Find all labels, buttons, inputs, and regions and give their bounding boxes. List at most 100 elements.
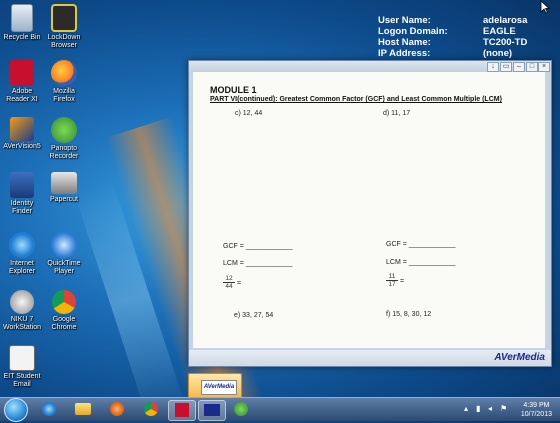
window-title-bar[interactable]: ↓ ▭ – □ × xyxy=(189,61,551,72)
problem-c: c) 12, 44 xyxy=(235,110,263,117)
system-info-key: Logon Domain: xyxy=(378,26,448,37)
problem-d: d) 11, 17 xyxy=(383,110,411,117)
system-info-row: User Name: adelarosa xyxy=(378,15,527,26)
avermedia-viewer-window[interactable]: ↓ ▭ – □ × MODULE 1 PART VI(continued): G… xyxy=(188,60,552,367)
system-info-overlay: User Name: adelarosa Logon Domain: EAGLE H… xyxy=(378,15,527,59)
problem-e: e) 33, 27, 54 xyxy=(234,312,274,319)
window-footer: AVerMedia xyxy=(189,350,551,366)
system-info-row: Logon Domain: EAGLE xyxy=(378,26,527,37)
settings-icon[interactable]: ▭ xyxy=(500,62,512,72)
media-player-taskbar-icon[interactable] xyxy=(104,400,130,419)
tray-flag-icon[interactable]: ⚑ xyxy=(500,405,508,413)
clock-date: 10/7/2013 xyxy=(520,411,552,418)
niku-workstation-icon xyxy=(10,290,34,314)
mouse-cursor-icon xyxy=(540,0,550,14)
acrobat-taskbar-icon[interactable] xyxy=(168,400,196,421)
desktop-icon-label: Papercut xyxy=(49,196,79,203)
desktop-icon-firefox[interactable]: Mozilla Firefox xyxy=(42,60,86,104)
panopto-icon xyxy=(51,117,77,143)
chrome-icon xyxy=(144,402,158,416)
system-info-row: IP Address: (none) xyxy=(378,48,527,59)
desktop-icon-panopto[interactable]: Panopto Recorder xyxy=(42,117,86,161)
thumbnail-label: AVerMedia xyxy=(201,380,237,395)
internet-explorer-icon xyxy=(42,402,56,416)
fraction-left-denominator: 44 xyxy=(225,283,233,290)
taskbar: ▴ ▮ ◂ ⚑ 4:39 PM 10/7/2013 xyxy=(0,397,560,422)
system-info-key: User Name: xyxy=(378,15,431,26)
papercut-icon xyxy=(51,172,77,194)
desktop-icon-label: EIT Student Email xyxy=(3,373,41,388)
recycle-bin-icon xyxy=(11,4,33,32)
desktop-icon-internet-explorer[interactable]: Internet Explorer xyxy=(0,232,44,276)
desktop-icon-label: Recycle Bin xyxy=(3,34,41,41)
desktop-icon-niku-workstation[interactable]: NIKU 7 WorkStation xyxy=(0,290,44,332)
lockdown-browser-icon xyxy=(51,4,77,32)
student-email-icon xyxy=(9,345,35,371)
system-info-key: IP Address: xyxy=(378,48,431,59)
clock-time: 4:39 PM xyxy=(523,402,550,409)
avervision-icon xyxy=(10,117,34,141)
maximize-button[interactable]: □ xyxy=(526,62,538,72)
desktop-icon-label: AVerVision5 xyxy=(3,143,41,150)
document-subtitle: PART VI(continued): Greatest Common Fact… xyxy=(210,96,502,103)
avermedia-logo: AVerMedia xyxy=(494,352,545,363)
taskbar-clock[interactable]: 4:39 PM 10/7/2013 xyxy=(521,401,552,419)
start-button[interactable] xyxy=(4,398,28,422)
taskbar-thumbnail[interactable]: AVerMedia xyxy=(188,373,242,399)
avermedia-icon xyxy=(204,404,220,416)
tray-arrow-icon[interactable]: ▴ xyxy=(464,405,472,413)
desktop-icon-chrome[interactable]: Google Chrome xyxy=(42,290,86,332)
lcm-left: LCM = ____________ xyxy=(223,260,293,267)
desktop-icon-label: NIKU 7 WorkStation xyxy=(3,316,41,331)
problem-f: f) 15, 8, 30, 12 xyxy=(386,311,432,318)
desktop-icon-avervision[interactable]: AVerVision5 xyxy=(0,117,44,151)
desktop-icon-adobe-reader[interactable]: Adobe Reader XI xyxy=(0,60,44,104)
tray-network-icon[interactable]: ▮ xyxy=(476,405,484,413)
chrome-icon xyxy=(52,290,76,314)
desktop-icon-identity-finder[interactable]: Identity Finder xyxy=(0,172,44,216)
tray-volume-icon[interactable]: ◂ xyxy=(488,405,496,413)
adobe-reader-icon xyxy=(10,60,34,86)
media-player-icon xyxy=(110,402,124,416)
fraction-right-numerator: 11 xyxy=(386,273,398,281)
desktop-icon-student-email[interactable]: EIT Student Email xyxy=(0,345,44,389)
close-button[interactable]: × xyxy=(538,62,550,72)
desktop-icon-label: Google Chrome xyxy=(51,316,77,331)
system-info-key: Host Name: xyxy=(378,37,431,48)
desktop-icon-label: QuickTime Player xyxy=(47,260,81,275)
acrobat-icon xyxy=(175,403,189,417)
firefox-icon xyxy=(51,60,77,86)
desktop-icon-recycle-bin[interactable]: Recycle Bin xyxy=(0,4,44,42)
pin-icon[interactable]: ↓ xyxy=(487,62,499,72)
fraction-right-denominator: 17 xyxy=(388,281,396,288)
desktop-icon-label: LockDown Browser xyxy=(47,34,81,49)
system-info-row: Host Name: TC200-TD xyxy=(378,37,527,48)
gcf-right: GCF = ____________ xyxy=(386,241,456,248)
minimize-button[interactable]: – xyxy=(513,62,525,72)
explorer-taskbar-icon[interactable] xyxy=(70,400,96,419)
identity-finder-icon xyxy=(10,172,34,198)
camera-document-view: MODULE 1 PART VI(continued): Greatest Co… xyxy=(193,72,545,348)
system-info-value: TC200-TD xyxy=(483,37,528,48)
folder-icon xyxy=(75,403,91,415)
desktop-icon-label: Adobe Reader XI xyxy=(6,88,38,103)
desktop-icon-label: Identity Finder xyxy=(10,200,34,215)
desktop-icon-papercut[interactable]: Papercut xyxy=(42,172,86,204)
gcf-left: GCF = ____________ xyxy=(223,243,293,250)
panopto-taskbar-icon[interactable] xyxy=(228,400,254,419)
internet-explorer-icon xyxy=(9,232,35,258)
chrome-taskbar-icon[interactable] xyxy=(138,400,164,419)
lcm-right: LCM = ____________ xyxy=(386,259,456,266)
document-title: MODULE 1 xyxy=(210,85,257,95)
desktop-icon-label: Mozilla Firefox xyxy=(53,88,75,103)
fraction-right-equals: = xyxy=(400,278,405,285)
fraction-left: 12 44 xyxy=(223,275,235,290)
fraction-left-numerator: 12 xyxy=(223,275,235,283)
avermedia-taskbar-icon[interactable] xyxy=(198,400,226,421)
ie-taskbar-icon[interactable] xyxy=(36,400,62,419)
system-info-value: EAGLE xyxy=(483,26,516,37)
desktop-icon-label: Internet Explorer xyxy=(8,260,36,275)
desktop-icon-quicktime[interactable]: QuickTime Player xyxy=(42,232,86,276)
system-info-value: (none) xyxy=(483,48,513,59)
desktop-icon-lockdown-browser[interactable]: LockDown Browser xyxy=(42,4,86,50)
